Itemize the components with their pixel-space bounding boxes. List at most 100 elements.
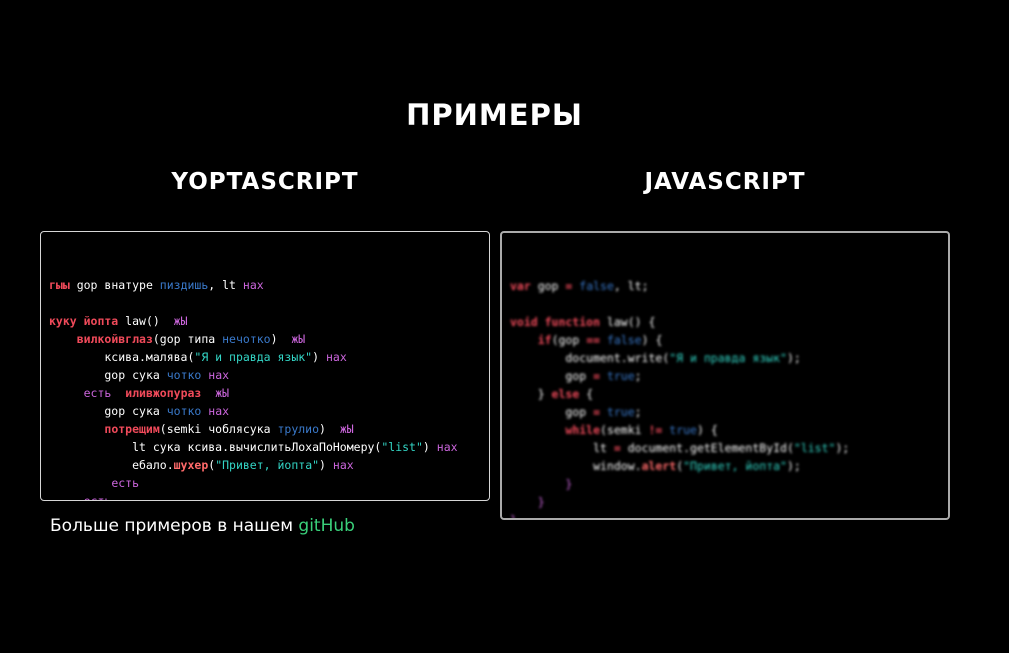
javascript-code-lines: var gop = false, lt; void function law() …: [510, 277, 948, 520]
yoptascript-code-token: нах: [332, 458, 354, 472]
yoptascript-code-token: ): [319, 422, 340, 436]
javascript-code-token: );: [786, 351, 801, 365]
javascript-code-token: ) {: [641, 333, 663, 347]
yoptascript-code-block[interactable]: гыы gop внатуре пиздишь, lt нах куку йопт…: [40, 231, 490, 501]
yoptascript-code-token: ): [270, 332, 292, 346]
javascript-code-token: =: [593, 369, 601, 383]
javascript-code-token: var: [510, 279, 531, 293]
javascript-code-line: window.alert("Привет, йопта");: [510, 457, 948, 475]
yoptascript-code-line: вилкойвглаз(gop типа нечотко) жЫ: [49, 330, 489, 348]
javascript-code-line: void function law() {: [510, 313, 948, 331]
yoptascript-code-line: есть: [49, 492, 489, 500]
javascript-code-token: );: [835, 441, 850, 455]
javascript-code-token: ;: [634, 369, 642, 383]
yoptascript-code-token: нах: [325, 350, 347, 364]
github-link[interactable]: gitHub: [298, 516, 355, 536]
javascript-code-token: ) {: [696, 423, 718, 437]
yoptascript-code-token: нах: [208, 404, 230, 418]
javascript-code-block[interactable]: var gop = false, lt; void function law() …: [500, 231, 950, 520]
javascript-code-token: while: [565, 423, 601, 437]
yoptascript-code-token: ): [312, 350, 326, 364]
javascript-code-token: gop: [510, 369, 594, 383]
yoptascript-code-token: типа: [187, 332, 216, 346]
yoptascript-code-token: сука: [132, 368, 160, 382]
javascript-code-line: if(gop == false) {: [510, 331, 948, 349]
javascript-code-token: }: [510, 477, 573, 491]
yoptascript-code-token: нах: [242, 278, 264, 292]
yoptascript-code-token: "Я и правда язык": [194, 350, 313, 364]
yoptascript-code-line: [49, 294, 489, 312]
javascript-code-token: "Привет, йопта": [683, 459, 787, 473]
javascript-code-line: [510, 295, 948, 313]
yoptascript-code-token: [111, 386, 125, 400]
yoptascript-code-token: [49, 422, 104, 436]
javascript-code-token: gop: [530, 279, 566, 293]
yoptascript-code-token: жЫ: [173, 314, 188, 328]
javascript-code-line: gop = true;: [510, 367, 948, 385]
more-examples-text: Больше примеров в нашем: [50, 516, 299, 536]
yoptascript-code-token: [49, 494, 84, 500]
yoptascript-code-token: gop: [49, 404, 133, 418]
yoptascript-code-token: нах: [436, 440, 458, 454]
javascript-code-line: var gop = false, lt;: [510, 277, 948, 295]
javascript-code-line: document.write("Я и правда язык");: [510, 349, 948, 367]
yoptascript-code-lines: гыы gop внатуре пиздишь, lt нах куку йопт…: [49, 276, 489, 500]
javascript-code-token: );: [786, 459, 801, 473]
javascript-code-token: gop: [510, 405, 594, 419]
javascript-code-token: if: [537, 333, 552, 347]
yoptascript-code-token: вилкойвглаз: [76, 332, 153, 346]
yoptascript-code-line: gop сука чотко нах: [49, 366, 489, 384]
yoptascript-code-line: куку йопта law() жЫ: [49, 312, 489, 330]
javascript-code-token: "list": [793, 441, 836, 455]
yoptascript-code-token: gop: [49, 368, 133, 382]
javascript-heading: JAVASCRIPT: [644, 169, 806, 195]
javascript-code-token: {: [579, 387, 594, 401]
yoptascript-code-token: нах: [208, 368, 230, 382]
page-title: ПРИМЕРЫ: [406, 98, 583, 132]
javascript-code-token: alert: [641, 459, 677, 473]
javascript-code-token: }: [510, 495, 545, 509]
yoptascript-code-token: сука: [132, 404, 160, 418]
javascript-code-token: (semki: [600, 423, 649, 437]
yoptascript-code-line: lt сука ксива.вычислитьЛохаПоНомеру("lis…: [49, 438, 489, 456]
javascript-code-line: }: [510, 493, 948, 511]
yoptascript-code-token: ): [319, 458, 333, 472]
javascript-code-token: [510, 423, 565, 437]
yoptascript-code-token: [49, 476, 111, 490]
yoptascript-code-token: иливжопураз: [125, 386, 202, 400]
yoptascript-code-token: law(): [118, 314, 174, 328]
yoptascript-code-token: нечотко: [215, 332, 271, 346]
javascript-code-token: =: [613, 441, 621, 455]
yoptascript-code-token: есть: [83, 386, 112, 400]
yoptascript-code-token: жЫ: [291, 332, 306, 346]
yoptascript-code-token: ебало.: [49, 458, 174, 472]
javascript-code-token: }: [510, 513, 517, 520]
more-examples-note: Больше примеров в нашем gitHub: [50, 516, 355, 536]
javascript-code-token: !=: [648, 423, 663, 437]
yoptascript-code-token: "Привет, йопта": [215, 458, 320, 472]
yoptascript-heading: YOPTASCRIPT: [171, 169, 359, 195]
javascript-code-token: , lt;: [613, 279, 649, 293]
yoptascript-code-token: lt: [49, 440, 153, 454]
javascript-code-token: law() {: [600, 315, 656, 329]
yoptascript-code-line: ебало.шухер("Привет, йопта") нах: [49, 456, 489, 474]
javascript-code-token: void function: [510, 315, 601, 329]
yoptascript-code-token: внатуре: [104, 278, 153, 292]
yoptascript-code-token: потрещим: [104, 422, 160, 436]
javascript-code-token: (gop: [551, 333, 587, 347]
javascript-code-token: true: [600, 369, 635, 383]
yoptascript-code-token: чотко: [159, 368, 202, 382]
javascript-code-token: window.: [510, 459, 642, 473]
yoptascript-code-line: есть иливжопураз жЫ: [49, 384, 489, 402]
yoptascript-code-token: , lt: [208, 278, 243, 292]
javascript-code-token: false: [600, 333, 642, 347]
javascript-code-token: }: [510, 387, 552, 401]
javascript-code-line: lt = document.getElementById("list");: [510, 439, 948, 457]
yoptascript-code-line: потрещим(semki чоблясука трулио) жЫ: [49, 420, 489, 438]
yoptascript-code-token: (gop: [152, 332, 188, 346]
yoptascript-code-token: [49, 386, 84, 400]
yoptascript-code-token: гыы: [49, 278, 70, 292]
yoptascript-code-token: (semki: [159, 422, 209, 436]
yoptascript-code-token: пиздишь: [152, 278, 209, 292]
javascript-code-token: true: [662, 423, 697, 437]
